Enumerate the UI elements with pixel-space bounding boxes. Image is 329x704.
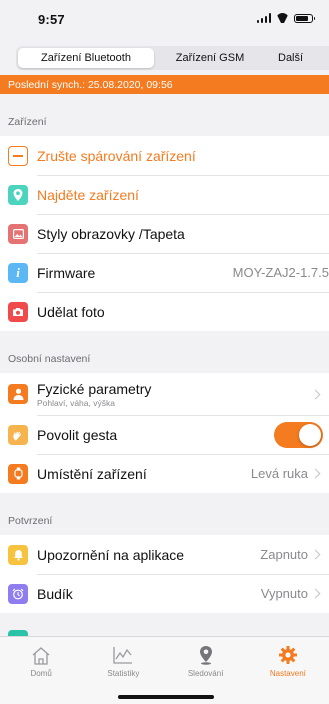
alarm-value: Vypnuto [260, 586, 308, 601]
take-photo-row[interactable]: Udělat foto [0, 292, 329, 331]
gear-icon [277, 645, 299, 665]
gestures-toggle[interactable] [274, 421, 323, 448]
home-icon [30, 645, 52, 665]
physical-params-text: Fyzické parametry Pohlaví, váha, výška [37, 381, 312, 408]
confirm-list: Upozornění na aplikace Zapnuto Budík Vyp… [0, 535, 329, 613]
tab-bluetooth[interactable]: Zařízení Bluetooth [18, 48, 154, 68]
tabbar-item-statistics[interactable]: Statistiky [82, 637, 164, 704]
status-icons [256, 13, 315, 23]
chevron-right-icon [310, 588, 321, 599]
screen-styles-row[interactable]: Styly obrazovky /Tapeta [0, 214, 329, 253]
info-icon: i [8, 262, 28, 283]
section-header-confirm: Potvrzení [0, 493, 329, 535]
firmware-label: Firmware [37, 264, 96, 281]
find-device-row[interactable]: Najděte zařízení [0, 175, 329, 214]
battery-icon [294, 13, 315, 23]
tabbar-label-statistics: Statistiky [107, 669, 140, 678]
take-photo-label: Udělat foto [37, 303, 105, 320]
bottom-tab-bar: Domů Statistiky Sledování Nastavení [0, 636, 329, 704]
physical-params-sublabel: Pohlaví, váha, výška [37, 397, 115, 408]
app-notifications-value: Zapnuto [260, 547, 308, 562]
device-placement-label: Umístění zařízení [37, 465, 147, 482]
tab-gsm[interactable]: Zařízení GSM [154, 48, 266, 68]
screen-styles-label: Styly obrazovky /Tapeta [37, 225, 185, 242]
status-time: 9:57 [38, 12, 65, 27]
device-placement-row[interactable]: Umístění zařízení Levá ruka [0, 454, 329, 493]
tabbar-item-home[interactable]: Domů [0, 637, 82, 704]
alarm-label: Budík [37, 585, 73, 602]
section-header-personal: Osobní nastavení [0, 331, 329, 373]
app-notifications-row[interactable]: Upozornění na aplikace Zapnuto [0, 535, 329, 574]
device-list: Zrušte spárování zařízení Najděte zaříze… [0, 136, 329, 331]
gestures-row: Povolit gesta [0, 415, 329, 454]
gesture-icon [8, 424, 28, 445]
physical-params-row[interactable]: Fyzické parametry Pohlaví, váha, výška [0, 373, 329, 415]
home-indicator [118, 695, 214, 699]
sync-status-bar: Poslední synch.: 25.08.2020, 09:56 [0, 75, 329, 94]
unpair-icon [8, 145, 28, 166]
tabbar-item-tracking[interactable]: Sledování [165, 637, 247, 704]
chevron-right-icon [310, 389, 321, 399]
bell-icon [8, 544, 28, 565]
chart-icon [112, 645, 134, 665]
find-device-label: Najděte zařízení [37, 186, 139, 203]
gestures-label: Povolit gesta [37, 426, 118, 443]
wrist-icon [8, 463, 28, 484]
signal-icon [256, 13, 271, 23]
personal-list: Fyzické parametry Pohlaví, váha, výška P… [0, 373, 329, 493]
image-icon [8, 223, 28, 244]
device-placement-value: Levá ruka [250, 466, 308, 481]
unpair-device-label: Zrušte spárování zařízení [37, 147, 196, 164]
status-bar: 9:57 [0, 0, 329, 38]
firmware-version: MOY-ZAJ2-1.7.5 [232, 265, 329, 280]
tabbar-label-tracking: Sledování [187, 669, 224, 678]
tabbar-item-settings[interactable]: Nastavení [247, 637, 329, 704]
app-notifications-label: Upozornění na aplikace [37, 546, 185, 563]
map-pin-icon [195, 645, 217, 665]
alarm-clock-icon [8, 583, 28, 604]
alarm-row[interactable]: Budík Vypnuto [0, 574, 329, 613]
chevron-right-icon [310, 468, 321, 479]
section-header-device: Zařízení [0, 94, 329, 136]
unpair-device-row[interactable]: Zrušte spárování zařízení [0, 136, 329, 175]
person-icon [8, 384, 28, 404]
wifi-icon [276, 13, 289, 23]
tab-more[interactable]: Další [266, 48, 318, 68]
device-tabs: Zařízení Bluetooth Zařízení GSM Další [16, 46, 329, 70]
physical-params-label: Fyzické parametry [37, 380, 152, 397]
firmware-row[interactable]: i Firmware MOY-ZAJ2-1.7.5 [0, 253, 329, 292]
camera-icon [8, 301, 28, 322]
chevron-right-icon [310, 549, 321, 560]
tabbar-label-settings: Nastavení [269, 669, 306, 678]
location-pin-icon [8, 184, 28, 205]
tabbar-label-home: Domů [30, 669, 52, 678]
